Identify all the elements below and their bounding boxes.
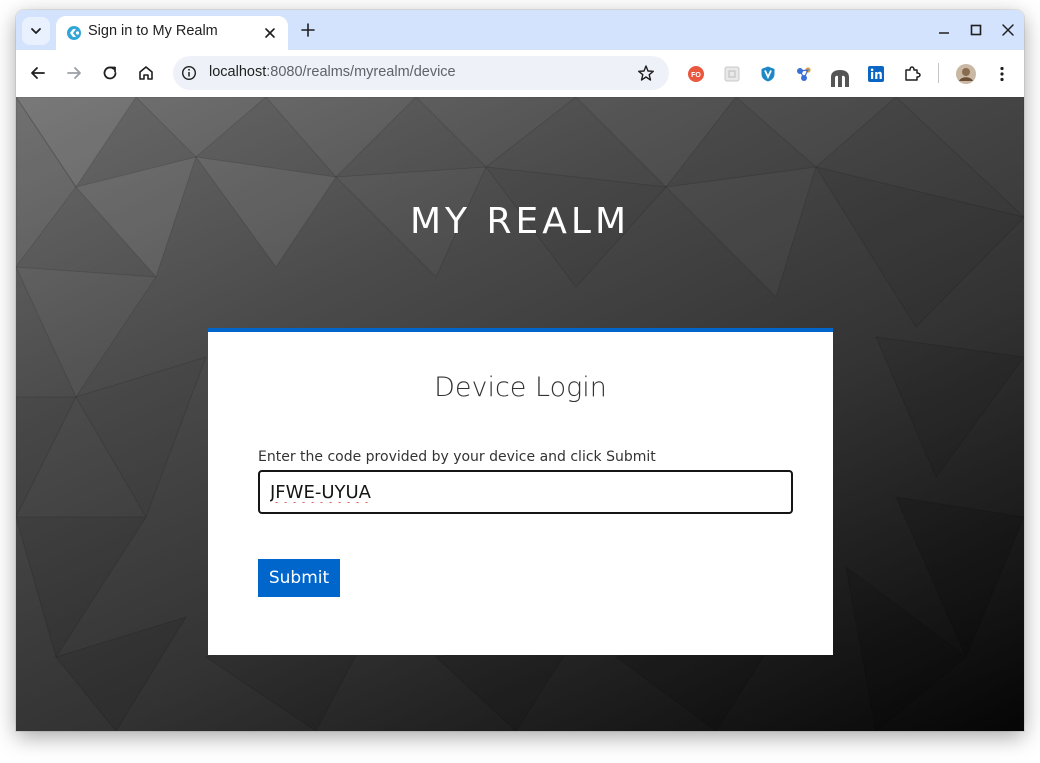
page-content: MY REALM Device Login Enter the code pro… [16, 97, 1024, 731]
code-label: Enter the code provided by your device a… [258, 449, 656, 465]
shield-extension-icon[interactable] [759, 65, 777, 83]
browser-toolbar: localhost:8080/realms/myrealm/device FO [16, 50, 1024, 98]
forward-icon[interactable] [64, 63, 84, 83]
browser-window: Sign in to My Realm localhost:8080/realm… [16, 10, 1024, 731]
address-bar[interactable]: localhost:8080/realms/myrealm/device [173, 56, 669, 90]
url-path: :8080/realms/myrealm/device [266, 64, 456, 80]
back-icon[interactable] [28, 63, 48, 83]
toolbar-separator [938, 63, 939, 83]
site-info-icon[interactable] [181, 65, 197, 81]
submit-button[interactable]: Submit [258, 559, 340, 597]
tab-strip: Sign in to My Realm [16, 10, 1024, 50]
card-title: Device Login [434, 372, 607, 403]
close-tab-icon[interactable] [262, 25, 278, 41]
close-window-icon[interactable] [1000, 22, 1016, 38]
url-text[interactable]: localhost:8080/realms/myrealm/device [209, 64, 456, 80]
keycloak-favicon-icon [67, 26, 81, 40]
reload-icon[interactable] [100, 63, 120, 83]
login-card: Device Login Enter the code provided by … [208, 328, 833, 655]
mastodon-extension-icon[interactable] [829, 67, 851, 89]
realm-title: MY REALM [410, 201, 630, 242]
grid-extension-icon[interactable] [723, 65, 741, 83]
molecule-extension-icon[interactable] [795, 65, 813, 83]
url-host: localhost [209, 64, 267, 80]
tab-title: Sign in to My Realm [88, 23, 218, 39]
linkedin-extension-icon[interactable] [867, 65, 885, 83]
minimize-icon[interactable] [936, 22, 952, 38]
svg-text:FO: FO [691, 72, 701, 79]
profile-avatar-icon[interactable] [956, 64, 976, 84]
active-tab[interactable]: Sign in to My Realm [56, 16, 288, 50]
puzzle-icon[interactable] [903, 65, 921, 83]
home-icon[interactable] [136, 63, 156, 83]
device-code-input[interactable] [258, 470, 793, 514]
fo-extension-icon[interactable]: FO [687, 65, 705, 83]
tab-search-button[interactable] [22, 17, 50, 45]
maximize-icon[interactable] [968, 22, 984, 38]
menu-kebab-icon[interactable] [993, 65, 1011, 83]
bookmark-star-icon[interactable] [637, 64, 655, 82]
chevron-down-icon [31, 28, 41, 34]
new-tab-icon[interactable] [298, 20, 318, 40]
